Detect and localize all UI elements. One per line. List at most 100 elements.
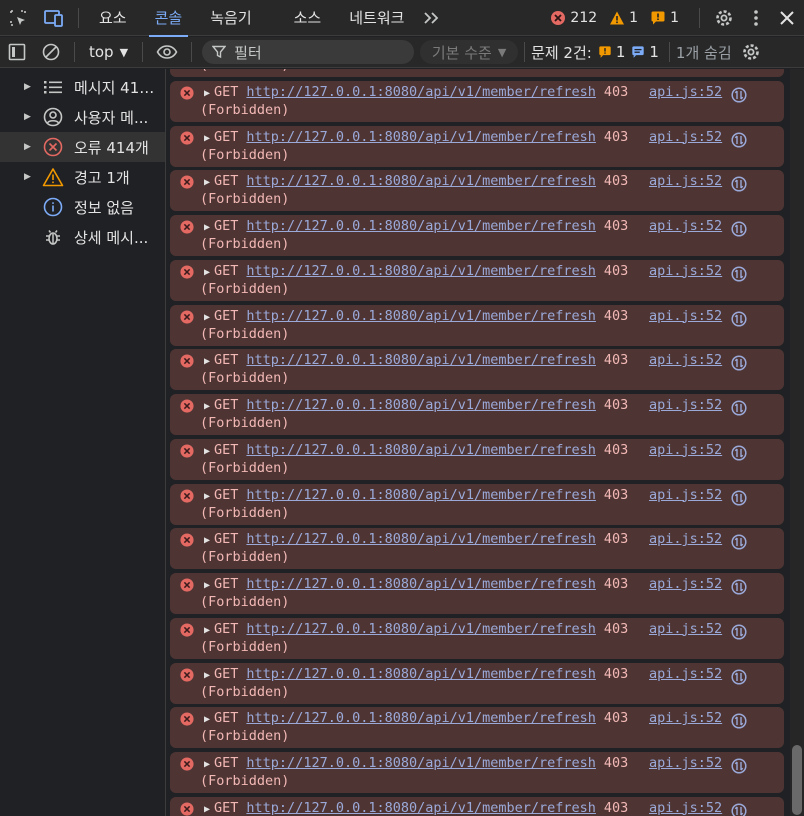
source-link[interactable]: api.js:52 — [649, 84, 722, 100]
request-url-link[interactable]: http://127.0.0.1:8080/api/v1/member/refr… — [246, 397, 596, 413]
expand-arrow-icon[interactable]: ▶ — [24, 172, 42, 182]
network-request-icon[interactable] — [731, 579, 747, 595]
console-error-message[interactable]: ▶ GET http://127.0.0.1:8080/api/v1/member/… — [170, 483, 784, 525]
sidebar-item-warnings[interactable]: ▶ 경고 1개 — [0, 162, 165, 192]
context-selector[interactable]: top ▼ — [81, 43, 136, 61]
request-url-link[interactable]: http://127.0.0.1:8080/api/v1/member/refr… — [246, 666, 596, 682]
source-link[interactable]: api.js:52 — [649, 576, 722, 592]
expand-triangle-icon[interactable]: ▶ — [204, 491, 210, 502]
expand-triangle-icon[interactable]: ▶ — [204, 446, 210, 457]
expand-triangle-icon[interactable]: ▶ — [204, 222, 210, 233]
console-error-message[interactable]: ▶ GET http://127.0.0.1:8080/api/v1/member/… — [170, 528, 784, 570]
request-url-link[interactable]: http://127.0.0.1:8080/api/v1/member/refr… — [246, 129, 596, 145]
source-link[interactable]: api.js:52 — [649, 710, 722, 726]
network-request-icon[interactable] — [731, 355, 747, 371]
expand-triangle-icon[interactable]: ▶ — [204, 177, 210, 188]
console-error-message[interactable]: ▶ GET http://127.0.0.1:8080/api/v1/member/… — [170, 215, 784, 256]
info-count[interactable]: 1 — [650, 10, 679, 26]
source-link[interactable]: api.js:52 — [649, 666, 722, 682]
log-level-dropdown[interactable]: 기본 수준 ▼ — [420, 40, 519, 64]
live-expressions-button[interactable] — [149, 37, 185, 67]
network-request-icon[interactable] — [731, 400, 747, 416]
expand-triangle-icon[interactable]: ▶ — [204, 401, 210, 412]
sidebar-item-info[interactable]: ▶ 정보 없음 — [0, 192, 165, 222]
expand-arrow-icon[interactable]: ▶ — [24, 82, 42, 92]
request-url-link[interactable]: http://127.0.0.1:8080/api/v1/member/refr… — [246, 308, 596, 324]
network-request-icon[interactable] — [731, 534, 747, 550]
tab-console[interactable]: 콘솔 — [141, 0, 197, 37]
console-error-message[interactable]: ▶ GET http://127.0.0.1:8080/api/v1/member/… — [170, 394, 784, 435]
source-link[interactable]: api.js:52 — [649, 487, 722, 503]
tab-recorder[interactable]: 녹음기 — [196, 0, 265, 36]
console-error-message[interactable]: ▶ GET http://127.0.0.1:8080/api/v1/member/… — [170, 80, 784, 122]
request-url-link[interactable]: http://127.0.0.1:8080/api/v1/member/refr… — [246, 442, 596, 458]
close-devtools-button[interactable] — [770, 0, 804, 36]
request-url-link[interactable]: http://127.0.0.1:8080/api/v1/member/refr… — [246, 263, 596, 279]
network-request-icon[interactable] — [731, 87, 747, 103]
console-error-message[interactable]: ▶ GET http://127.0.0.1:8080/api/v1/member/… — [170, 170, 784, 212]
expand-arrow-icon[interactable]: ▶ — [24, 112, 42, 122]
warning-count[interactable]: 1 — [609, 10, 638, 26]
console-error-message[interactable]: ▶ GET http://127.0.0.1:8080/api/v1/member/… — [170, 438, 784, 480]
source-link[interactable]: api.js:52 — [649, 621, 722, 637]
console-error-message[interactable]: ▶ GET http://127.0.0.1:8080/api/v1/member/… — [170, 796, 784, 816]
expand-triangle-icon[interactable]: ▶ — [204, 625, 210, 636]
request-url-link[interactable]: http://127.0.0.1:8080/api/v1/member/refr… — [246, 621, 596, 637]
source-link[interactable]: api.js:52 — [649, 173, 722, 189]
request-url-link[interactable]: http://127.0.0.1:8080/api/v1/member/refr… — [246, 576, 596, 592]
request-url-link[interactable]: http://127.0.0.1:8080/api/v1/member/refr… — [246, 531, 596, 547]
source-link[interactable]: api.js:52 — [649, 308, 722, 324]
expand-triangle-icon[interactable]: ▶ — [204, 714, 210, 725]
source-link[interactable]: api.js:52 — [649, 755, 722, 771]
console-error-message[interactable]: ▶ GET http://127.0.0.1:8080/api/v1/member/… — [170, 573, 784, 614]
request-url-link[interactable]: http://127.0.0.1:8080/api/v1/member/refr… — [246, 218, 596, 234]
sidebar-item-errors[interactable]: ▶ 오류 414개 — [0, 132, 165, 162]
network-request-icon[interactable] — [731, 489, 747, 506]
request-url-link[interactable]: http://127.0.0.1:8080/api/v1/member/refr… — [246, 800, 596, 816]
expand-triangle-icon[interactable]: ▶ — [204, 580, 210, 591]
console-error-message[interactable]: ▶ GET http://127.0.0.1:8080/api/v1/member/… — [170, 617, 784, 659]
tab-network[interactable]: 네트워크 — [335, 0, 418, 36]
sidebar-item-messages[interactable]: ▶ 메시지 415... — [0, 72, 165, 102]
device-toolbar-button[interactable] — [36, 0, 72, 36]
tab-sources[interactable]: 소스 — [280, 0, 336, 36]
expand-triangle-icon[interactable]: ▶ — [204, 670, 210, 681]
expand-triangle-icon[interactable]: ▶ — [204, 759, 210, 770]
console-error-message[interactable]: ▶ GET http://127.0.0.1:8080/api/v1/member/… — [170, 125, 784, 167]
request-url-link[interactable]: http://127.0.0.1:8080/api/v1/member/refr… — [246, 173, 596, 189]
expand-arrow-icon[interactable]: ▶ — [24, 142, 42, 152]
toggle-sidebar-button[interactable] — [0, 37, 34, 67]
source-link[interactable]: api.js:52 — [649, 263, 722, 279]
filter-input[interactable]: 필터 — [202, 40, 415, 64]
network-request-icon[interactable] — [731, 668, 747, 685]
network-request-icon[interactable] — [731, 221, 747, 237]
expand-triangle-icon[interactable]: ▶ — [204, 133, 210, 144]
network-request-icon[interactable] — [731, 624, 747, 640]
network-request-icon[interactable] — [731, 266, 747, 282]
tab-elements[interactable]: 요소 — [85, 0, 141, 36]
source-link[interactable]: api.js:52 — [649, 442, 722, 458]
scrollbar-thumb[interactable] — [792, 745, 802, 815]
network-request-icon[interactable] — [731, 803, 747, 816]
network-request-icon[interactable] — [731, 445, 747, 461]
expand-triangle-icon[interactable]: ▶ — [204, 804, 210, 815]
issue-counters[interactable]: 212 1 1 — [550, 0, 804, 36]
error-count[interactable]: 212 — [550, 10, 597, 26]
network-request-icon[interactable] — [731, 758, 747, 774]
sidebar-item-verbose[interactable]: ▶ 상세 메시... — [0, 222, 165, 252]
console-error-message[interactable]: ▶ GET http://127.0.0.1:8080/api/v1/member/… — [170, 259, 784, 301]
sidebar-item-user-messages[interactable]: ▶ 사용자 메... — [0, 102, 165, 132]
request-url-link[interactable]: http://127.0.0.1:8080/api/v1/member/refr… — [246, 352, 596, 368]
expand-triangle-icon[interactable]: ▶ — [204, 88, 210, 99]
network-request-icon[interactable] — [731, 310, 747, 327]
source-link[interactable]: api.js:52 — [649, 129, 722, 145]
expand-triangle-icon[interactable]: ▶ — [204, 312, 210, 323]
expand-triangle-icon[interactable]: ▶ — [204, 356, 210, 367]
settings-button[interactable] — [706, 0, 742, 36]
source-link[interactable]: api.js:52 — [649, 531, 722, 547]
clear-console-button[interactable] — [34, 37, 68, 67]
network-request-icon[interactable] — [731, 713, 747, 729]
network-request-icon[interactable] — [731, 131, 747, 148]
request-url-link[interactable]: http://127.0.0.1:8080/api/v1/member/refr… — [246, 710, 596, 726]
console-error-message[interactable]: ▶ GET http://127.0.0.1:8080/api/v1/member/… — [170, 349, 784, 391]
